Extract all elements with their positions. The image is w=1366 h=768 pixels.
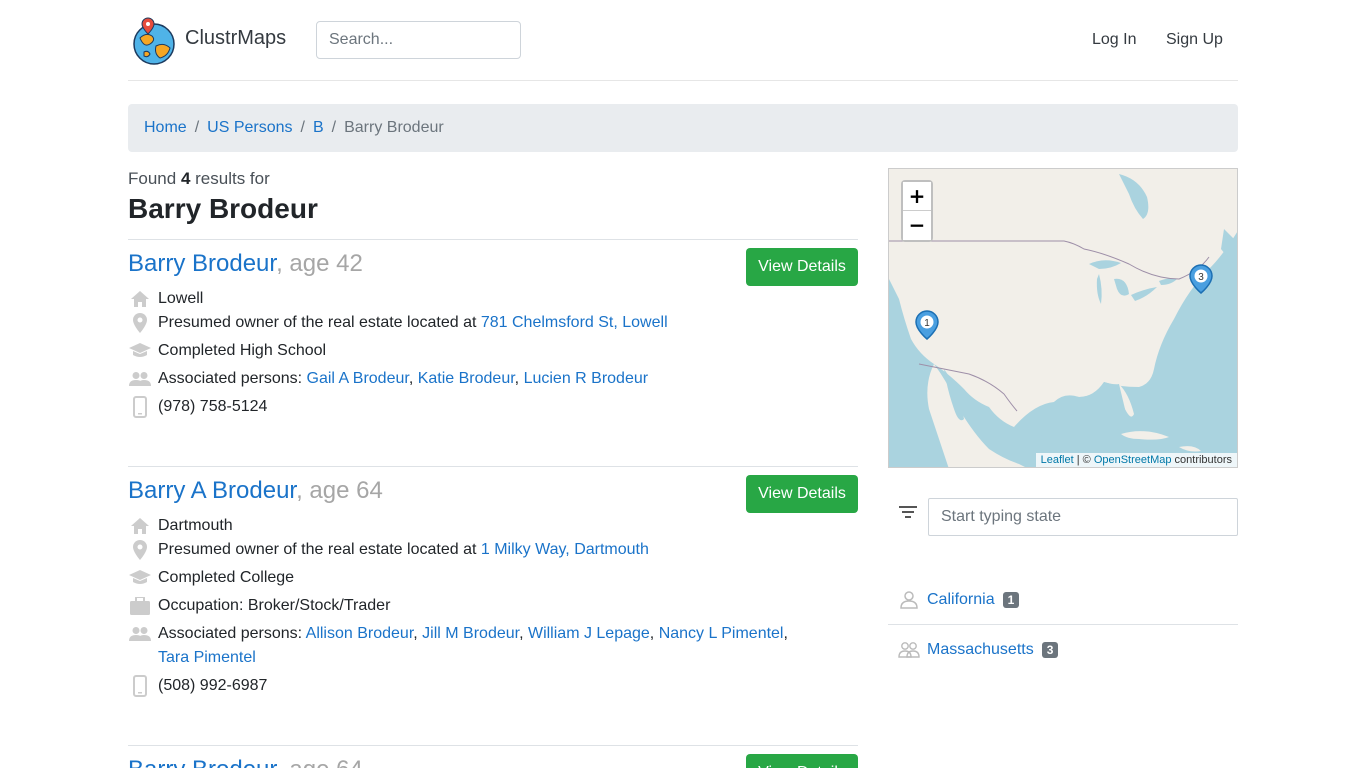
- zoom-out-button[interactable]: −: [903, 211, 931, 240]
- map-tiles[interactable]: 1 3: [889, 169, 1238, 468]
- person-heading: Barry A Brodeur, age 64: [128, 477, 383, 505]
- associated-row: Associated persons: Gail A Brodeur, Kati…: [128, 367, 818, 391]
- breadcrumb-separator: /: [194, 119, 200, 136]
- clustrmaps-logo-icon[interactable]: [132, 16, 176, 66]
- address-link[interactable]: 781 Chelmsford St, Lowell: [481, 314, 668, 331]
- page-title: Barry Brodeur: [128, 193, 318, 224]
- view-details-button[interactable]: View Details: [746, 754, 858, 768]
- phone-row: (978) 758-5124: [128, 395, 818, 419]
- address-link[interactable]: 1 Milky Way, Dartmouth: [481, 541, 649, 558]
- person-heading: Barry Brodeur, age 64: [128, 756, 363, 768]
- person-education: Completed High School: [158, 342, 327, 359]
- state-item-massachusetts[interactable]: Massachusetts 3: [888, 625, 1238, 674]
- realestate-prefix: Presumed owner of the real estate locate…: [158, 314, 477, 331]
- signup-link[interactable]: Sign Up: [1166, 31, 1223, 49]
- person-city: Dartmouth: [158, 517, 233, 534]
- person-name-link[interactable]: Barry Brodeur: [128, 756, 276, 768]
- phone-icon: [128, 395, 152, 419]
- state-link[interactable]: California: [927, 591, 995, 609]
- breadcrumb-separator: /: [300, 119, 305, 136]
- breadcrumb-current: Barry Brodeur: [344, 119, 444, 136]
- marker-count: 1: [924, 318, 930, 329]
- zoom-in-button[interactable]: +: [903, 182, 931, 211]
- person-card: Barry A Brodeur, age 64 View Details Dar…: [128, 466, 858, 745]
- associated-row: Associated persons: Allison Brodeur, Jil…: [128, 622, 818, 670]
- person-city: Lowell: [158, 290, 204, 307]
- results-count: Found 4 results for: [128, 169, 270, 189]
- person-card: Barry Brodeur, age 64 View Details: [128, 745, 858, 768]
- breadcrumb: Home / US Persons / B / Barry Brodeur: [128, 104, 1238, 152]
- state-item-california[interactable]: California 1: [888, 576, 1238, 625]
- assoc-link[interactable]: Katie Brodeur: [418, 370, 515, 387]
- assoc-prefix: Associated persons:: [158, 625, 303, 642]
- location-pin-icon: [128, 538, 152, 562]
- graduation-cap-icon: [128, 339, 152, 363]
- state-count-badge: 1: [1002, 592, 1020, 608]
- attrib-suffix: contributors: [1171, 454, 1232, 466]
- assoc-link[interactable]: William J Lepage: [528, 625, 650, 642]
- assoc-link[interactable]: Jill M Brodeur: [422, 625, 519, 642]
- education-row: Completed High School: [128, 339, 818, 363]
- view-details-button[interactable]: View Details: [746, 475, 858, 513]
- briefcase-icon: [128, 594, 152, 618]
- home-icon: [128, 514, 152, 538]
- person-phone[interactable]: (978) 758-5124: [158, 395, 818, 419]
- person-heading: Barry Brodeur, age 42: [128, 250, 363, 278]
- realestate-row: Presumed owner of the real estate locate…: [128, 311, 818, 335]
- view-details-button[interactable]: View Details: [746, 248, 858, 286]
- people-icon: [128, 622, 152, 646]
- state-filter-input[interactable]: [928, 498, 1238, 536]
- person-age: , age 64: [276, 756, 363, 768]
- site-header: ClustrMaps Log In Sign Up: [128, 0, 1238, 81]
- found-prefix: Found: [128, 169, 177, 188]
- phone-icon: [128, 674, 152, 698]
- assoc-link[interactable]: Allison Brodeur: [306, 625, 414, 642]
- person-name-link[interactable]: Barry A Brodeur: [128, 477, 296, 504]
- location-pin-icon: [128, 311, 152, 335]
- results-map[interactable]: 1 3 + − Leaflet | © OpenStreetMap contri…: [888, 168, 1238, 468]
- assoc-prefix: Associated persons:: [158, 370, 303, 387]
- phone-row: (508) 992-6987: [128, 674, 818, 698]
- breadcrumb-separator: /: [331, 119, 337, 136]
- people-icon: [898, 641, 920, 658]
- marker-count: 3: [1198, 272, 1204, 283]
- graduation-cap-icon: [128, 566, 152, 590]
- person-occupation: Occupation: Broker/Stock/Trader: [158, 597, 391, 614]
- attrib-separator: | ©: [1073, 454, 1094, 466]
- occupation-row: Occupation: Broker/Stock/Trader: [128, 594, 818, 618]
- person-card: Barry Brodeur, age 42 View Details Lowel…: [128, 239, 858, 466]
- city-row: Dartmouth: [128, 514, 818, 538]
- realestate-row: Presumed owner of the real estate locate…: [128, 538, 818, 562]
- people-icon: [128, 367, 152, 391]
- results-number: 4: [180, 169, 191, 188]
- map-attribution: Leaflet | © OpenStreetMap contributors: [1035, 453, 1237, 467]
- brand-name[interactable]: ClustrMaps: [185, 27, 286, 50]
- found-suffix: results for: [195, 169, 270, 188]
- person-name-link[interactable]: Barry Brodeur: [128, 250, 276, 277]
- leaflet-link[interactable]: Leaflet: [1041, 454, 1074, 466]
- breadcrumb-home[interactable]: Home: [144, 119, 187, 137]
- education-row: Completed College: [128, 566, 818, 590]
- assoc-link[interactable]: Tara Pimentel: [158, 649, 256, 666]
- filter-icon[interactable]: [898, 503, 918, 521]
- realestate-prefix: Presumed owner of the real estate locate…: [158, 541, 477, 558]
- breadcrumb-letter[interactable]: B: [313, 119, 324, 137]
- person-icon: [898, 591, 920, 609]
- state-count-badge: 3: [1041, 641, 1059, 658]
- person-age: , age 42: [276, 250, 363, 277]
- state-link[interactable]: Massachusetts: [927, 641, 1034, 659]
- person-age: , age 64: [296, 477, 383, 504]
- person-education: Completed College: [158, 569, 295, 586]
- breadcrumb-us-persons[interactable]: US Persons: [207, 119, 292, 137]
- assoc-link[interactable]: Lucien R Brodeur: [524, 370, 649, 387]
- login-link[interactable]: Log In: [1092, 31, 1136, 49]
- osm-link[interactable]: OpenStreetMap: [1094, 454, 1172, 466]
- assoc-link[interactable]: Gail A Brodeur: [307, 370, 409, 387]
- assoc-link[interactable]: Nancy L Pimentel: [659, 625, 784, 642]
- search-input[interactable]: [316, 21, 521, 59]
- map-zoom-control: + −: [901, 180, 933, 242]
- city-row: Lowell: [128, 287, 818, 311]
- home-icon: [128, 287, 152, 311]
- person-phone[interactable]: (508) 992-6987: [158, 674, 818, 698]
